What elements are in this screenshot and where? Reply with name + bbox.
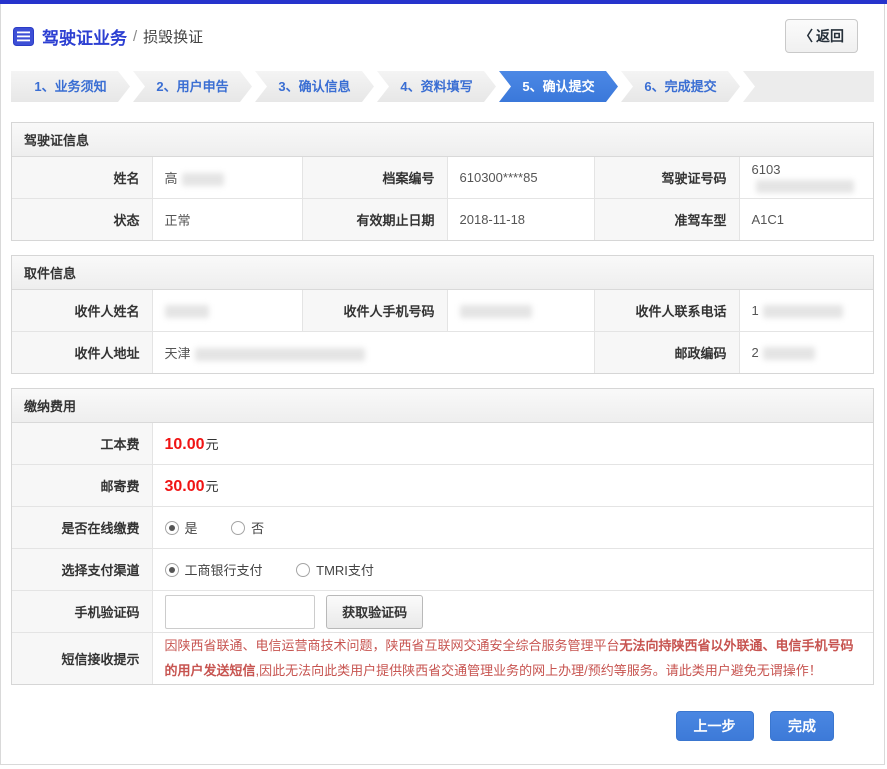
redacted-blur: [459, 305, 532, 319]
header: 驾驶证业务 / 损毁换证 〈返回: [1, 4, 884, 65]
work-fee-value: 10.00元: [151, 423, 873, 465]
recipient-mobile-label: 收件人手机号码: [301, 290, 448, 332]
captcha-input[interactable]: [164, 594, 315, 629]
chevron-left-icon: 〈: [799, 28, 813, 44]
work-fee-unit: 元: [205, 436, 219, 452]
postcode-label: 邮政编码: [593, 331, 740, 373]
table-row: 工本费 10.00元: [12, 423, 873, 465]
postcode-value: 2: [738, 331, 873, 373]
channel-tmri-label[interactable]: TMRI支付: [316, 563, 374, 578]
vehicle-class-label: 准驾车型: [593, 198, 740, 240]
postage-fee-value: 30.00元: [151, 464, 873, 507]
redacted-blur: [762, 305, 843, 319]
pickup-info-table: 收件人姓名 收件人手机号码 收件人联系电话 1 收件人地址 天津 邮政编码 2: [12, 290, 873, 373]
table-row: 状态 正常 有效期止日期 2018-11-18 准驾车型 A1C1: [12, 198, 873, 240]
license-info-table: 姓名 高 档案编号 610300****85 驾驶证号码 6103 状态 正常 …: [12, 157, 873, 240]
channel-tmri-radio[interactable]: [296, 563, 311, 577]
recipient-phone-label: 收件人联系电话: [593, 290, 740, 332]
recipient-name-label: 收件人姓名: [12, 290, 153, 332]
redacted-blur: [194, 348, 365, 362]
recipient-mobile-value: [446, 290, 595, 332]
back-button[interactable]: 〈返回: [785, 19, 858, 53]
license-info-panel: 驾驶证信息 姓名 高 档案编号 610300****85 驾驶证号码 6103 …: [11, 122, 874, 241]
breadcrumb-separator: /: [133, 27, 138, 45]
postage-fee-unit: 元: [205, 478, 219, 494]
pay-channel-options: 工商银行支付 TMRI支付: [151, 548, 873, 591]
online-pay-yes-radio[interactable]: [164, 521, 179, 535]
finish-button[interactable]: 完成: [770, 710, 834, 741]
wizard-step-2: 2、用户申告: [133, 71, 252, 102]
captcha-cell: 获取验证码: [151, 590, 873, 633]
name-label: 姓名: [12, 157, 153, 199]
wizard-step-3: 3、确认信息: [255, 71, 374, 102]
back-button-label: 返回: [816, 28, 844, 44]
table-row: 是否在线缴费 是 否: [12, 506, 873, 549]
payment-panel: 缴纳费用 工本费 10.00元 邮寄费 30.00元 是否在线缴费 是 否 选择…: [11, 388, 874, 685]
vehicle-class-value: A1C1: [738, 198, 873, 240]
table-row: 姓名 高 档案编号 610300****85 驾驶证号码 6103: [12, 157, 873, 199]
payment-panel-title: 缴纳费用: [12, 389, 873, 423]
online-pay-label: 是否在线缴费: [12, 506, 153, 549]
license-info-panel-title: 驾驶证信息: [12, 123, 873, 157]
online-pay-yes-label[interactable]: 是: [185, 521, 198, 536]
breadcrumb-current: 损毁换证: [143, 28, 204, 46]
channel-icbc-radio[interactable]: [164, 563, 179, 577]
status-value: 正常: [151, 198, 303, 240]
redacted-blur: [164, 305, 209, 319]
table-row: 短信接收提示 因陕西省联通、电信运营商技术问题，陕西省互联网交通安全综合服务管理…: [12, 631, 873, 684]
prev-step-button[interactable]: 上一步: [675, 710, 754, 741]
step-wizard: 1、业务须知 2、用户申告 3、确认信息 4、资料填写 5、确认提交 6、完成提…: [11, 71, 874, 102]
redacted-blur: [755, 179, 854, 193]
license-no-label: 驾驶证号码: [593, 157, 740, 199]
get-code-button[interactable]: 获取验证码: [326, 594, 424, 629]
sms-tip-label: 短信接收提示: [12, 631, 153, 684]
work-fee-label: 工本费: [12, 423, 153, 465]
wizard-step-5-active: 5、确认提交: [499, 71, 618, 102]
wizard-step-6: 6、完成提交: [621, 71, 740, 102]
expiry-label: 有效期止日期: [301, 198, 448, 240]
table-row: 选择支付渠道 工商银行支付 TMRI支付: [12, 548, 873, 591]
file-no-label: 档案编号: [301, 157, 448, 199]
license-no-value: 6103: [738, 157, 873, 199]
captcha-label: 手机验证码: [12, 590, 153, 633]
payment-table: 工本费 10.00元 邮寄费 30.00元 是否在线缴费 是 否 选择支付渠道 …: [12, 423, 873, 684]
license-business-icon: [13, 26, 34, 46]
table-row: 收件人姓名 收件人手机号码 收件人联系电话 1: [12, 290, 873, 332]
table-row: 收件人地址 天津 邮政编码 2: [12, 331, 873, 373]
recipient-address-label: 收件人地址: [12, 331, 153, 373]
postage-fee-amount: 30.00: [164, 477, 205, 495]
wizard-track-filler: [743, 71, 874, 102]
table-row: 手机验证码 获取验证码: [12, 590, 873, 633]
sms-tip-text: 因陕西省联通、电信运营商技术问题，陕西省互联网交通安全综合服务管理平台无法向持陕…: [151, 631, 873, 684]
status-label: 状态: [12, 198, 153, 240]
footer-actions: 上一步 完成: [1, 699, 884, 755]
online-pay-no-label[interactable]: 否: [251, 521, 264, 536]
table-row: 邮寄费 30.00元: [12, 464, 873, 507]
pay-channel-label: 选择支付渠道: [12, 548, 153, 591]
channel-icbc-label[interactable]: 工商银行支付: [185, 563, 263, 578]
redacted-blur: [762, 347, 815, 361]
recipient-name-value: [151, 290, 303, 332]
wizard-step-1: 1、业务须知: [11, 71, 130, 102]
pickup-info-panel: 取件信息 收件人姓名 收件人手机号码 收件人联系电话 1 收件人地址 天津 邮政…: [11, 255, 874, 374]
pickup-info-panel-title: 取件信息: [12, 256, 873, 290]
wizard-step-4: 4、资料填写: [377, 71, 496, 102]
expiry-value: 2018-11-18: [446, 198, 595, 240]
recipient-address-value: 天津: [151, 331, 595, 373]
online-pay-no-radio[interactable]: [231, 521, 246, 535]
file-no-value: 610300****85: [446, 157, 595, 199]
page-title: 驾驶证业务: [42, 28, 127, 48]
recipient-phone-value: 1: [738, 290, 873, 332]
page-container: 驾驶证业务 / 损毁换证 〈返回 1、业务须知 2、用户申告 3、确认信息 4、…: [0, 4, 885, 765]
name-value: 高: [151, 157, 303, 199]
postage-fee-label: 邮寄费: [12, 464, 153, 507]
work-fee-amount: 10.00: [164, 435, 205, 453]
online-pay-options: 是 否: [151, 506, 873, 549]
redacted-blur: [181, 173, 224, 187]
